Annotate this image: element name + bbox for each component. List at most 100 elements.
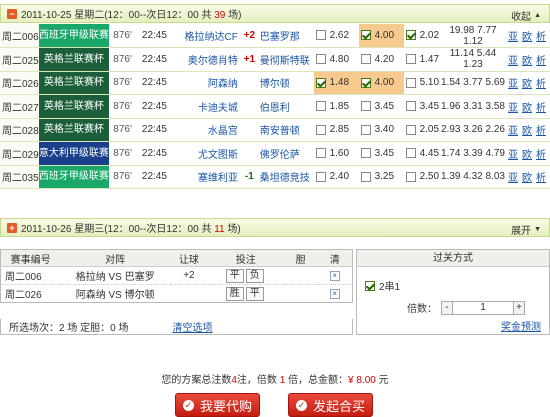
bet-pill[interactable]: 胜 xyxy=(225,286,244,301)
asia-link[interactable]: 亚 xyxy=(508,126,518,137)
odds-cell[interactable]: 1.48 xyxy=(313,71,359,95)
odds-cell[interactable]: 2.40 xyxy=(313,165,359,189)
odds-checkbox[interactable] xyxy=(405,101,416,112)
away-team[interactable]: 南安普顿 xyxy=(256,118,314,142)
odds-cell[interactable]: 4.00 xyxy=(358,24,404,48)
clear-options-link[interactable]: 清空选项 xyxy=(172,319,212,334)
odds-checkbox[interactable] xyxy=(315,171,326,182)
odds-cell[interactable]: 1.47 xyxy=(403,47,441,72)
analysis-link[interactable]: 析 xyxy=(536,56,546,67)
analysis-link[interactable]: 析 xyxy=(536,150,546,161)
bet-pill[interactable]: 平 xyxy=(245,286,264,301)
buy-button[interactable]: ✓ 我要代购 xyxy=(175,393,260,417)
odds-cell[interactable]: 4.80 xyxy=(313,47,359,72)
odds-cell[interactable]: 3.40 xyxy=(358,118,404,142)
remove-cell[interactable]: × xyxy=(317,284,353,303)
pass-option-2x1[interactable]: 2串1 xyxy=(365,278,400,293)
odds-checkbox[interactable] xyxy=(315,77,326,88)
away-team[interactable]: 巴塞罗那 xyxy=(256,24,314,48)
league-badge[interactable]: 英格兰联赛杯 xyxy=(38,47,109,72)
odds-checkbox[interactable] xyxy=(360,54,371,65)
odds-cell[interactable]: 3.25 xyxy=(358,165,404,189)
odds-cell[interactable]: 1.85 xyxy=(313,94,359,119)
odds-cell[interactable]: 2.85 xyxy=(313,118,359,142)
league-badge[interactable]: 意大利甲级联赛 xyxy=(38,141,109,166)
odds-cell[interactable]: 3.45 xyxy=(358,141,404,166)
odds-checkbox[interactable] xyxy=(315,124,326,135)
odds-checkbox[interactable] xyxy=(405,77,416,88)
pass-option-checkbox[interactable] xyxy=(365,280,375,291)
league-badge[interactable]: 英格兰联赛杯 xyxy=(38,71,109,95)
odds-cell[interactable]: 4.20 xyxy=(358,47,404,72)
odds-checkbox[interactable] xyxy=(360,30,371,41)
day-header-1026[interactable]: + 2011-10-26 星期三(12：00--次日12：00 共 11 场) … xyxy=(0,218,550,237)
analysis-link[interactable]: 析 xyxy=(536,79,546,90)
times-minus-button[interactable]: - xyxy=(441,300,453,315)
away-team[interactable]: 伯恩利 xyxy=(256,94,314,119)
odds-checkbox[interactable] xyxy=(360,124,371,135)
odds-cell[interactable]: 3.45 xyxy=(358,94,404,119)
day-header-1025[interactable]: − 2011-10-25 星期二(12：00--次日12：00 共 39 场) … xyxy=(0,4,550,23)
analysis-link[interactable]: 析 xyxy=(536,32,546,43)
odds-checkbox[interactable] xyxy=(360,148,371,159)
away-team[interactable]: 佛罗伦萨 xyxy=(256,141,314,166)
odds-cell[interactable]: 2.62 xyxy=(313,24,359,48)
away-team[interactable]: 曼彻斯特联 xyxy=(256,47,314,72)
banker-cell[interactable] xyxy=(283,266,318,285)
odds-cell[interactable]: 1.60 xyxy=(313,141,359,166)
odds-checkbox[interactable] xyxy=(360,101,371,112)
odds-cell[interactable]: 2.05 xyxy=(403,118,441,142)
odds-checkbox[interactable] xyxy=(315,30,326,41)
euro-link[interactable]: 欧 xyxy=(522,32,532,43)
odds-cell[interactable]: 2.50 xyxy=(403,165,441,189)
odds-cell[interactable]: 2.02 xyxy=(403,24,441,48)
bet-pill[interactable]: 平 xyxy=(225,268,244,283)
league-badge[interactable]: 西班牙甲级联赛 xyxy=(38,24,109,48)
euro-link[interactable]: 欧 xyxy=(522,103,532,114)
euro-link[interactable]: 欧 xyxy=(522,56,532,67)
remove-cell[interactable]: × xyxy=(317,266,353,285)
banker-cell[interactable] xyxy=(283,284,318,303)
away-team[interactable]: 桑坦德竞技 xyxy=(256,165,314,189)
league-badge[interactable]: 英格兰联赛杯 xyxy=(38,94,109,119)
asia-link[interactable]: 亚 xyxy=(508,56,518,67)
times-input[interactable]: 1 xyxy=(453,300,513,315)
asia-link[interactable]: 亚 xyxy=(508,79,518,90)
home-team[interactable]: 阿森纳 xyxy=(172,71,242,95)
euro-link[interactable]: 欧 xyxy=(522,79,532,90)
asia-link[interactable]: 亚 xyxy=(508,103,518,114)
euro-link[interactable]: 欧 xyxy=(522,150,532,161)
euro-link[interactable]: 欧 xyxy=(522,173,532,184)
home-team[interactable]: 卡迪夫城 xyxy=(172,94,242,119)
odds-checkbox[interactable] xyxy=(405,54,416,65)
odds-checkbox[interactable] xyxy=(405,148,416,159)
odds-checkbox[interactable] xyxy=(315,101,326,112)
collapse-icon[interactable]: − xyxy=(7,8,17,19)
close-icon[interactable]: × xyxy=(329,271,340,281)
odds-cell[interactable]: 5.10 xyxy=(403,71,441,95)
analysis-link[interactable]: 析 xyxy=(536,173,546,184)
expand-toggle[interactable]: 展开 ▼ xyxy=(511,222,541,237)
analysis-link[interactable]: 析 xyxy=(536,126,546,137)
odds-checkbox[interactable] xyxy=(315,148,326,159)
collapse-toggle[interactable]: 收起 ▲ xyxy=(511,8,541,23)
odds-cell[interactable]: 4.45 xyxy=(403,141,441,166)
asia-link[interactable]: 亚 xyxy=(508,173,518,184)
odds-cell[interactable]: 4.00 xyxy=(358,71,404,95)
league-badge[interactable]: 西班牙甲级联赛 xyxy=(38,165,109,189)
home-team[interactable]: 奥尔德肖特 xyxy=(172,47,242,72)
bet-pill[interactable]: 负 xyxy=(245,268,264,283)
home-team[interactable]: 塞维利亚 xyxy=(172,165,242,189)
away-team[interactable]: 博尔顿 xyxy=(256,71,314,95)
odds-checkbox[interactable] xyxy=(405,171,416,182)
prize-forecast-link[interactable]: 奖金预测 xyxy=(501,318,541,333)
home-team[interactable]: 水晶宫 xyxy=(172,118,242,142)
close-icon[interactable]: × xyxy=(329,289,340,299)
asia-link[interactable]: 亚 xyxy=(508,32,518,43)
analysis-link[interactable]: 析 xyxy=(536,103,546,114)
odds-checkbox[interactable] xyxy=(360,77,371,88)
odds-checkbox[interactable] xyxy=(360,171,371,182)
euro-link[interactable]: 欧 xyxy=(522,126,532,137)
group-buy-button[interactable]: ✓ 发起合买 xyxy=(288,393,373,417)
odds-checkbox[interactable] xyxy=(405,124,416,135)
